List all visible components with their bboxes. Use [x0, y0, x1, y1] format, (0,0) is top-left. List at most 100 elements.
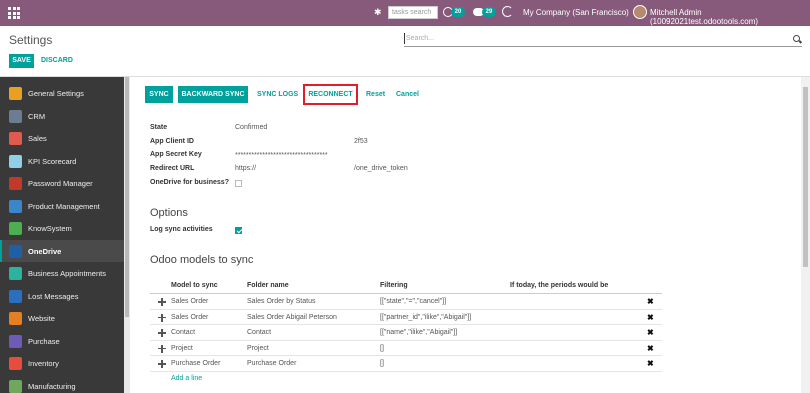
sidebar-item-purchase[interactable]: Purchase [0, 330, 124, 352]
sidebar-item-label: KnowSystem [28, 224, 72, 233]
search-placeholder: Search... [406, 35, 435, 42]
general-settings-app-icon [9, 87, 22, 100]
sidebar-item-label: Sales [28, 134, 47, 143]
messages-count-badge: 29 [482, 7, 496, 17]
cell-model[interactable]: Sales Order [171, 314, 208, 321]
sidebar-scrollbar-thumb[interactable] [125, 77, 129, 317]
log-sync-checkbox[interactable] [235, 227, 242, 234]
sidebar-item-onedrive[interactable]: OneDrive [0, 239, 124, 262]
user-avatar[interactable] [633, 5, 647, 19]
product-management-app-icon [9, 199, 22, 213]
redirect-url-suffix: /one_drive_token [354, 165, 408, 172]
onedrive-business-checkbox[interactable] [235, 180, 242, 187]
table-row[interactable]: Sales Order Sales Order Abigail Peterson [… [150, 310, 662, 326]
backward-sync-button[interactable]: BACKWARD SYNC [178, 86, 248, 103]
cell-filter[interactable]: [["name","ilike","Abigail"]] [380, 329, 457, 336]
main-scrollbar[interactable] [801, 77, 810, 393]
sidebar-item-crm[interactable]: CRM [0, 105, 124, 127]
settings-search-input[interactable]: Search... [404, 33, 802, 47]
sidebar-item-label: Inventory [28, 359, 59, 368]
cell-folder[interactable]: Sales Order by Status [247, 298, 315, 305]
delete-row-icon[interactable]: ✖ [647, 328, 654, 337]
sidebar-item-kpi-scorecard[interactable]: KPI Scorecard [0, 150, 124, 172]
delete-row-icon[interactable]: ✖ [647, 344, 654, 353]
cell-folder[interactable]: Sales Order Abigail Peterson [247, 314, 337, 321]
cell-filter[interactable]: [["state","=","cancel"]] [380, 298, 446, 305]
sidebar-item-manufacturing[interactable]: Manufacturing [0, 375, 124, 393]
cell-model[interactable]: Project [171, 345, 193, 352]
sidebar-item-product-management[interactable]: Product Management [0, 195, 124, 217]
drag-handle-icon[interactable] [158, 329, 166, 338]
cell-model[interactable]: Contact [171, 329, 195, 336]
delete-row-icon[interactable]: ✖ [647, 297, 654, 306]
cell-filter[interactable]: [["partner_id","ilike","Abigail"]] [380, 314, 471, 321]
table-row[interactable]: Purchase Order Purchase Order [] ✖ [150, 356, 662, 372]
redirect-url-label: Redirect URL [150, 165, 195, 172]
sidebar-item-label: KPI Scorecard [28, 156, 77, 166]
company-switcher[interactable]: My Company (San Francisco) [523, 8, 629, 17]
debug-bug-icon[interactable]: ✱ [374, 7, 382, 18]
sidebar-item-label: Purchase [28, 336, 60, 346]
onedrive-app-icon [9, 244, 22, 258]
drag-handle-icon[interactable] [158, 344, 166, 353]
column-model-to-sync[interactable]: Model to sync [171, 282, 218, 289]
reconnect-button[interactable]: RECONNECT [303, 84, 358, 105]
redirect-url-prefix: https:// [235, 165, 257, 172]
sync-button[interactable]: SYNC [145, 86, 173, 103]
sidebar-item-label: Lost Messages [28, 291, 79, 301]
secret-key-value[interactable]: ********************************** [235, 152, 328, 159]
knowsystem-app-icon [9, 222, 22, 235]
cell-filter[interactable]: [] [380, 360, 384, 367]
save-button[interactable]: SAVE [9, 54, 34, 68]
sidebar-item-label: Password Manager [28, 179, 93, 188]
table-row[interactable]: Sales Order Sales Order by Status [["state… [150, 294, 662, 310]
search-icon[interactable] [793, 35, 800, 42]
delete-row-icon[interactable]: ✖ [647, 359, 654, 368]
delete-row-icon[interactable]: ✖ [647, 313, 654, 322]
cell-model[interactable]: Sales Order [171, 298, 208, 305]
sidebar-item-business-appointments[interactable]: Business Appointments [0, 262, 124, 284]
sidebar-item-knowsystem[interactable]: KnowSystem [0, 217, 124, 239]
log-sync-label: Log sync activities [150, 226, 213, 233]
sidebar-item-general-settings[interactable]: General Settings [0, 82, 124, 104]
cell-folder[interactable]: Project [247, 345, 269, 352]
refresh-icon[interactable] [502, 6, 513, 17]
cell-model[interactable]: Purchase Order [171, 360, 220, 367]
drag-handle-icon[interactable] [158, 360, 166, 369]
drag-handle-icon[interactable] [158, 298, 166, 306]
messages-button[interactable]: 29 [473, 6, 497, 20]
sync-logs-button[interactable]: SYNC LOGS [257, 91, 298, 98]
activities-button[interactable]: 20 [443, 6, 467, 20]
options-heading: Options [150, 207, 188, 219]
add-line-link[interactable]: Add a line [171, 375, 202, 382]
sidebar-item-inventory[interactable]: Inventory [0, 352, 124, 374]
table-row[interactable]: Project Project [] ✖ [150, 341, 662, 357]
apps-menu-icon[interactable] [8, 7, 20, 19]
sidebar-item-password-manager[interactable]: Password Manager [0, 172, 124, 194]
sidebar-item-lost-messages[interactable]: Lost Messages [0, 285, 124, 307]
user-menu[interactable]: Mitchell Admin (10092021test.odootools.c… [650, 8, 810, 26]
client-id-value[interactable]: 2f53 [354, 138, 368, 145]
main-scrollbar-thumb[interactable] [803, 87, 808, 267]
state-value: Confirmed [235, 124, 268, 131]
drag-handle-icon[interactable] [158, 313, 166, 322]
sidebar-scrollbar[interactable] [124, 77, 130, 393]
table-row[interactable]: Contact Contact [["name","ilike","Abigail"… [150, 325, 662, 341]
lost-messages-app-icon [9, 289, 22, 303]
column-periods[interactable]: If today, the periods would be [510, 282, 608, 289]
column-folder-name[interactable]: Folder name [247, 282, 289, 289]
cancel-button[interactable]: Cancel [396, 91, 419, 98]
tasks-search-input[interactable]: tasks search [388, 6, 438, 19]
cell-folder[interactable]: Purchase Order [247, 360, 296, 367]
sidebar-item-website[interactable]: Website [0, 307, 124, 329]
cell-folder[interactable]: Contact [247, 329, 271, 336]
cell-filter[interactable]: [] [380, 345, 384, 352]
reset-button[interactable]: Reset [366, 91, 385, 98]
manufacturing-app-icon [9, 379, 22, 393]
secret-key-label: App Secret Key [150, 151, 202, 158]
column-filtering[interactable]: Filtering [380, 282, 408, 289]
discard-button[interactable]: DISCARD [41, 57, 73, 64]
sidebar-item-sales[interactable]: Sales [0, 127, 124, 149]
settings-sidebar: General Settings CRM Sales KPI Scorecard Pas… [0, 77, 124, 393]
business-appointments-app-icon [9, 267, 22, 280]
